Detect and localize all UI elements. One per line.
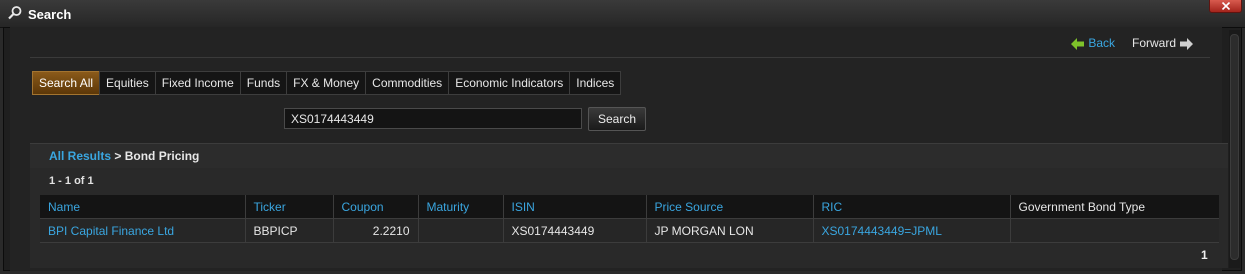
cell-ticker: BBPICP bbox=[245, 218, 334, 243]
results-header: All Results > Bond Pricing bbox=[30, 143, 1228, 169]
close-icon bbox=[1221, 2, 1231, 10]
tab-commodities[interactable]: Commodities bbox=[365, 71, 450, 95]
divider bbox=[30, 57, 1210, 58]
column-header-coupon[interactable]: Coupon bbox=[333, 195, 419, 219]
page-number[interactable]: 1 bbox=[1201, 248, 1208, 262]
cell-ric[interactable]: XS0174443449=JPML bbox=[813, 218, 1011, 243]
table-row: BPI Capital Finance Ltd BBPICP 2.2210 XS… bbox=[40, 218, 1219, 243]
close-button[interactable] bbox=[1209, 0, 1242, 13]
forward-label: Forward bbox=[1132, 36, 1177, 50]
tab-equities[interactable]: Equities bbox=[99, 71, 156, 95]
search-button[interactable]: Search bbox=[588, 107, 646, 131]
column-header-price-source[interactable]: Price Source bbox=[646, 195, 814, 219]
title-bar: Search bbox=[0, 0, 1245, 28]
table-header-row: Name Ticker Coupon Maturity ISIN Price S… bbox=[40, 195, 1219, 219]
search-magnifier-icon bbox=[7, 5, 23, 21]
scrollbar-thumb[interactable] bbox=[1230, 34, 1239, 260]
column-header-maturity[interactable]: Maturity bbox=[418, 195, 504, 219]
search-input[interactable]: XS0174443449 bbox=[284, 108, 582, 129]
tab-fixed-income[interactable]: Fixed Income bbox=[154, 71, 241, 95]
column-header-ric[interactable]: RIC bbox=[813, 195, 1011, 219]
back-button[interactable]: Back bbox=[1071, 36, 1115, 50]
breadcrumb-separator: > bbox=[111, 149, 125, 163]
forward-arrow-icon bbox=[1180, 38, 1194, 50]
cell-coupon: 2.2210 bbox=[333, 218, 419, 243]
column-header-isin[interactable]: ISIN bbox=[503, 195, 647, 219]
column-header-government-bond-type: Government Bond Type bbox=[1010, 195, 1219, 219]
breadcrumb-all-results-link[interactable]: All Results bbox=[49, 149, 111, 163]
forward-button[interactable]: Forward bbox=[1132, 36, 1194, 50]
cell-maturity bbox=[418, 218, 504, 243]
column-header-name[interactable]: Name bbox=[40, 195, 246, 219]
column-header-ticker[interactable]: Ticker bbox=[245, 195, 334, 219]
tab-economic-indicators[interactable]: Economic Indicators bbox=[448, 71, 571, 95]
tab-search-all[interactable]: Search All bbox=[32, 71, 101, 95]
tab-indices[interactable]: Indices bbox=[569, 71, 622, 95]
cell-government-bond-type bbox=[1010, 218, 1219, 243]
cell-name[interactable]: BPI Capital Finance Ltd bbox=[40, 218, 246, 243]
back-arrow-icon bbox=[1071, 38, 1084, 50]
back-label: Back bbox=[1088, 36, 1116, 50]
window-title: Search bbox=[28, 7, 72, 22]
breadcrumb-current: Bond Pricing bbox=[124, 149, 200, 163]
tab-fx-money[interactable]: FX & Money bbox=[286, 71, 367, 95]
cell-isin: XS0174443449 bbox=[503, 218, 647, 243]
category-tabs: Search All Equities Fixed Income Funds F… bbox=[32, 71, 622, 95]
tab-funds[interactable]: Funds bbox=[239, 71, 288, 95]
result-count: 1 - 1 of 1 bbox=[49, 175, 94, 187]
breadcrumb: All Results > Bond Pricing bbox=[49, 149, 199, 163]
results-table: Name Ticker Coupon Maturity ISIN Price S… bbox=[40, 195, 1219, 243]
cell-price-source: JP MORGAN LON bbox=[646, 218, 814, 243]
